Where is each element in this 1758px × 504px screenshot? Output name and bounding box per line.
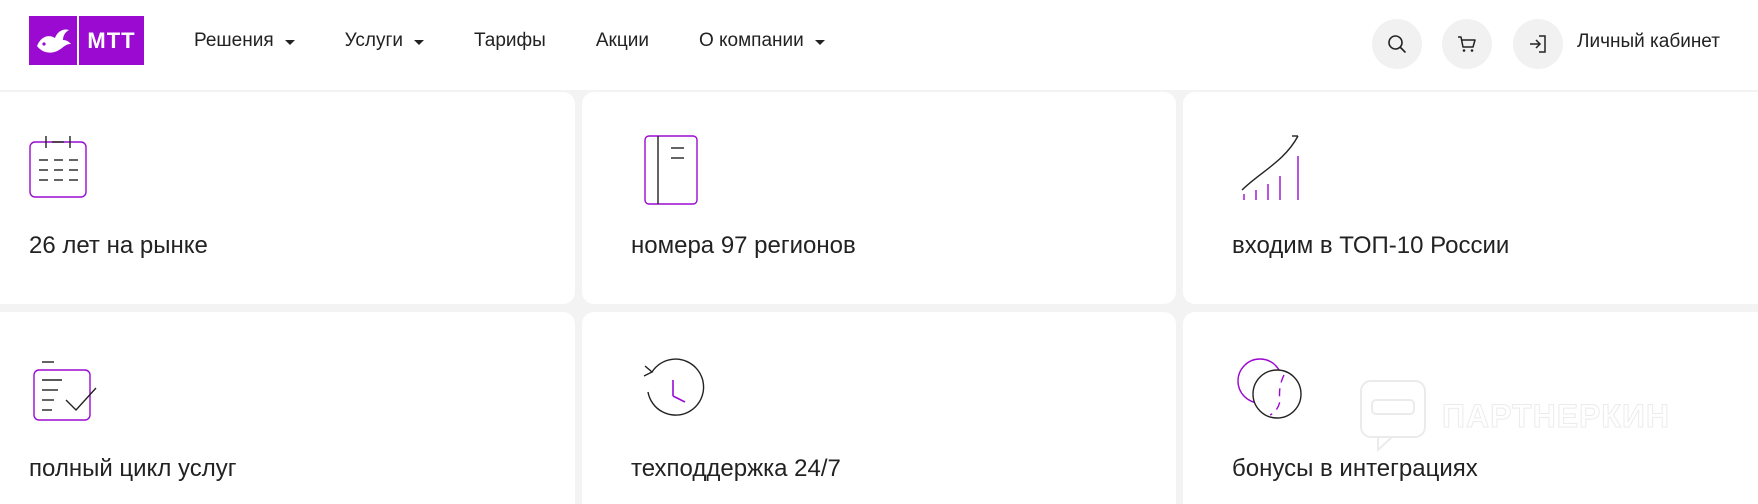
main-nav: Решения Услуги Тарифы Акции О компании — [194, 26, 875, 56]
feature-label: номера 97 регионов — [631, 232, 856, 259]
search-button[interactable] — [1372, 19, 1422, 69]
nav-item-label: Тарифы — [474, 30, 546, 51]
feature-label: техподдержка 24/7 — [631, 455, 841, 482]
chevron-down-icon — [814, 39, 825, 45]
account-link[interactable]: Личный кабинет — [1577, 31, 1720, 53]
coins-icon — [1237, 358, 1302, 419]
feature-card: входим в ТОП-10 России — [1183, 92, 1758, 304]
feature-card: полный цикл услуг — [0, 312, 575, 504]
nav-item-services[interactable]: Услуги — [344, 30, 425, 52]
nav-item-label: Решения — [194, 30, 274, 51]
search-icon — [1388, 35, 1406, 53]
feature-label: полный цикл услуг — [29, 455, 237, 482]
nav-item-solutions[interactable]: Решения — [194, 30, 295, 52]
chevron-down-icon — [414, 39, 425, 45]
nav-item-label: Акции — [595, 30, 649, 51]
feature-card: техподдержка 24/7 — [582, 312, 1176, 504]
mtt-logo[interactable]: МТТ — [29, 16, 144, 65]
feature-card: 26 лет на рынке — [0, 92, 575, 304]
nav-item-tariffs[interactable]: Тарифы — [474, 30, 546, 52]
checklist-icon — [33, 361, 97, 421]
cart-icon — [1458, 36, 1476, 52]
feature-label: бонусы в интеграциях — [1232, 455, 1478, 482]
clock-icon — [643, 358, 705, 416]
nav-item-promotions[interactable]: Акции — [596, 30, 649, 52]
bird-logo-icon — [29, 16, 79, 65]
chevron-down-icon — [284, 39, 295, 45]
watermark: ПАРТНЕРКИН — [1358, 378, 1670, 454]
nav-item-label: О компании — [698, 30, 804, 51]
calendar-icon — [29, 136, 87, 198]
cart-button[interactable] — [1442, 19, 1492, 69]
feature-label: входим в ТОП-10 России — [1232, 232, 1510, 259]
login-button[interactable] — [1513, 19, 1563, 69]
nav-item-label: Услуги — [344, 30, 404, 51]
feature-label: 26 лет на рынке — [29, 232, 208, 259]
notebook-icon — [644, 135, 698, 205]
logo-text: МТТ — [87, 27, 136, 53]
watermark-text: ПАРТНЕРКИН — [1441, 397, 1671, 434]
feature-card: номера 97 регионов — [582, 92, 1176, 304]
login-icon — [1530, 35, 1546, 53]
nav-item-about[interactable]: О компании — [699, 30, 825, 52]
site-header: МТТ Решения Услуги Тарифы Акции О компан… — [0, 0, 1758, 90]
watermark-logo-icon — [1360, 380, 1426, 453]
growth-chart-icon — [1241, 135, 1299, 200]
